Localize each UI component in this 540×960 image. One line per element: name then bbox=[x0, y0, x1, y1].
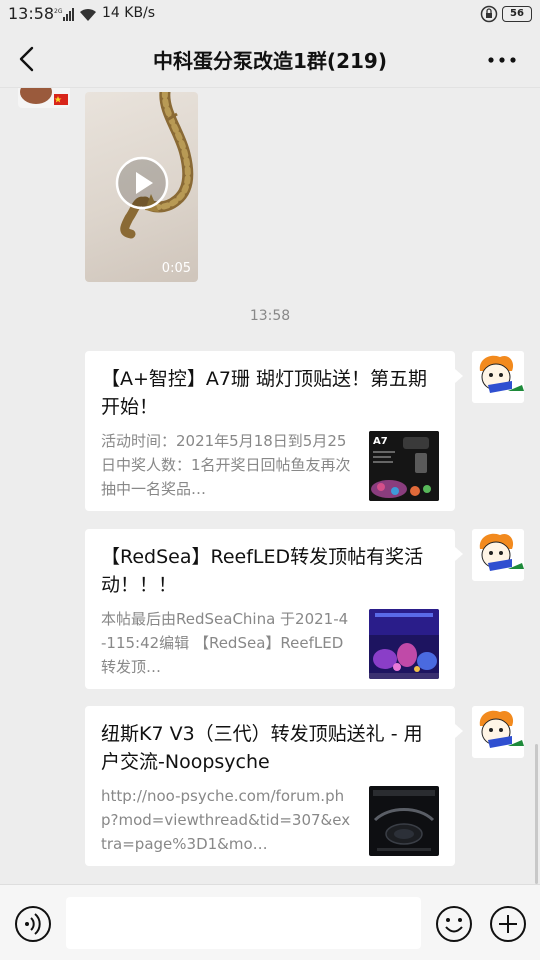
link-card-description: 本帖最后由RedSeaChina 于2021-4-115:42编辑 【RedSe… bbox=[101, 610, 349, 676]
message-timestamp: 13:58 bbox=[249, 308, 291, 324]
my-avatar[interactable] bbox=[472, 529, 524, 581]
more-dots-icon[interactable] bbox=[484, 50, 520, 70]
back-arrow-icon[interactable] bbox=[14, 44, 42, 74]
voice-icon[interactable] bbox=[14, 905, 52, 943]
message-input-bar bbox=[0, 884, 540, 960]
signal-icon: 2G bbox=[54, 8, 74, 21]
svg-text:2G: 2G bbox=[54, 8, 63, 15]
my-avatar[interactable] bbox=[472, 706, 524, 758]
alarm-icon bbox=[480, 5, 498, 23]
play-icon[interactable] bbox=[115, 156, 169, 210]
video-duration: 0:05 bbox=[161, 261, 191, 276]
scrollbar[interactable] bbox=[535, 744, 538, 884]
my-avatar[interactable] bbox=[472, 351, 524, 403]
plus-icon[interactable] bbox=[489, 905, 527, 943]
chat-message-list[interactable]: 0:05 13:58 【A+智控】A7珊 瑚灯顶贴送！第五期开始！ 活动时间：2… bbox=[0, 88, 540, 884]
battery-indicator: 56 bbox=[502, 6, 532, 22]
video-message[interactable]: 0:05 bbox=[85, 92, 198, 282]
link-card-message[interactable]: 【RedSea】ReefLED转发顶帖有奖活动！！！ 本帖最后由RedSeaCh… bbox=[85, 529, 463, 689]
wifi-icon bbox=[80, 8, 96, 21]
link-card-title: 纽斯K7 V3（三代）转发顶贴送礼 - 用户交流-Noopsyche bbox=[101, 723, 423, 773]
link-card-message[interactable]: 【A+智控】A7珊 瑚灯顶贴送！第五期开始！ 活动时间：2021年5月18日到5… bbox=[85, 351, 463, 511]
link-card-title: 【A+智控】A7珊 瑚灯顶贴送！第五期开始！ bbox=[101, 368, 428, 418]
emoji-icon[interactable] bbox=[435, 905, 473, 943]
chat-title: 中科蛋分泵改造1群(219) bbox=[153, 49, 387, 73]
chat-header: 中科蛋分泵改造1群(219) bbox=[0, 30, 540, 88]
link-card-message[interactable]: 纽斯K7 V3（三代）转发顶贴送礼 - 用户交流-Noopsyche http:… bbox=[85, 706, 463, 866]
link-card-title: 【RedSea】ReefLED转发顶帖有奖活动！！！ bbox=[101, 546, 424, 596]
link-card-description: 活动时间：2021年5月18日到5月25日中奖人数：1名开奖日回帖鱼友再次抽中一… bbox=[101, 432, 351, 498]
svg-text:A7: A7 bbox=[373, 436, 388, 447]
link-card-description: http://noo-psyche.com/forum.php?mod=view… bbox=[101, 787, 351, 853]
link-card-thumbnail: A7 bbox=[369, 431, 439, 501]
status-time: 13:58 bbox=[8, 4, 55, 23]
network-speed: 14 KB/s bbox=[102, 5, 156, 21]
sender-avatar[interactable] bbox=[18, 88, 70, 108]
status-bar: 13:58 2G 14 KB/s 56 bbox=[0, 0, 540, 30]
link-card-thumbnail bbox=[369, 786, 439, 856]
message-input[interactable] bbox=[66, 897, 421, 949]
link-card-thumbnail bbox=[369, 609, 439, 679]
